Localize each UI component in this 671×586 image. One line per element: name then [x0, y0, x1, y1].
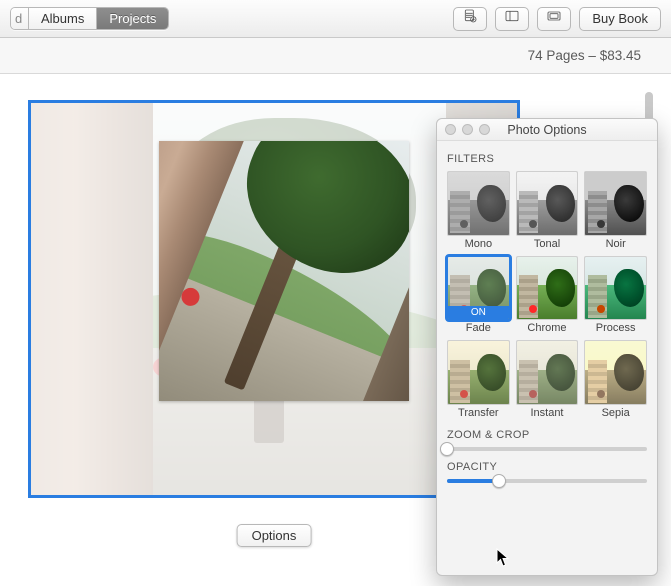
filter-label-noir: Noir	[584, 238, 647, 250]
opacity-slider-knob[interactable]	[492, 474, 506, 488]
filter-label-sepia: Sepia	[584, 407, 647, 419]
spread-button[interactable]	[537, 7, 571, 31]
options-button[interactable]: Options	[237, 524, 312, 547]
filter-thumb-mono[interactable]	[447, 171, 510, 236]
filter-chrome[interactable]: Chrome	[516, 256, 579, 335]
page-count-price: 74 Pages – $83.45	[528, 48, 641, 63]
tab-albums[interactable]: Albums	[29, 8, 97, 29]
filter-instant[interactable]: Instant	[516, 340, 579, 419]
filter-fade[interactable]: ON Fade	[447, 256, 510, 335]
panel-title: Photo Options	[437, 123, 657, 137]
zoom-slider[interactable]	[447, 447, 647, 451]
filter-thumb-noir[interactable]	[584, 171, 647, 236]
toolbar: d Albums Projects Buy Book	[0, 0, 671, 38]
page-plus-icon	[462, 8, 478, 29]
filter-transfer[interactable]: Transfer	[447, 340, 510, 419]
filter-thumb-sepia[interactable]	[584, 340, 647, 405]
photo-options-panel: Photo Options FILTERS Mono Tonal Noir ON Fad…	[436, 118, 658, 576]
zoom-crop-heading: ZOOM & CROP	[447, 429, 647, 441]
tab-projects[interactable]: Projects	[97, 8, 168, 29]
filter-tonal[interactable]: Tonal	[516, 171, 579, 250]
filter-label-tonal: Tonal	[516, 238, 579, 250]
filter-label-transfer: Transfer	[447, 407, 510, 419]
filter-thumb-process[interactable]	[584, 256, 647, 321]
filter-thumb-chrome[interactable]	[516, 256, 579, 321]
filter-label-mono: Mono	[447, 238, 510, 250]
filter-thumb-transfer[interactable]	[447, 340, 510, 405]
info-bar: 74 Pages – $83.45	[0, 38, 671, 74]
add-page-button[interactable]	[453, 7, 487, 31]
toolbar-button-group: Buy Book	[453, 7, 661, 31]
filter-label-process: Process	[584, 322, 647, 334]
zoom-slider-knob[interactable]	[440, 442, 454, 456]
view-segmented-control: d Albums Projects	[10, 7, 169, 30]
filter-mono[interactable]: Mono	[447, 171, 510, 250]
filter-label-fade: Fade	[447, 322, 510, 334]
filter-grid: Mono Tonal Noir ON Fade Chrome Process Transfer…	[447, 171, 647, 419]
filter-noir[interactable]: Noir	[584, 171, 647, 250]
segment-leading-overflow[interactable]: d	[11, 8, 29, 29]
filters-heading: FILTERS	[447, 153, 647, 165]
spread-icon	[546, 8, 562, 29]
filter-label-chrome: Chrome	[516, 322, 579, 334]
sidebar-layout-icon	[504, 8, 520, 29]
panel-titlebar[interactable]: Photo Options	[437, 119, 657, 141]
filter-thumb-instant[interactable]	[516, 340, 579, 405]
filter-sepia[interactable]: Sepia	[584, 340, 647, 419]
filter-on-badge: ON	[448, 306, 509, 319]
opacity-slider[interactable]	[447, 479, 647, 483]
opacity-heading: OPACITY	[447, 461, 647, 473]
page-photo[interactable]	[159, 141, 409, 401]
layout-button[interactable]	[495, 7, 529, 31]
filter-process[interactable]: Process	[584, 256, 647, 335]
filter-label-instant: Instant	[516, 407, 579, 419]
filter-thumb-tonal[interactable]	[516, 171, 579, 236]
filter-thumb-fade[interactable]: ON	[447, 256, 510, 321]
buy-book-button[interactable]: Buy Book	[579, 7, 661, 31]
